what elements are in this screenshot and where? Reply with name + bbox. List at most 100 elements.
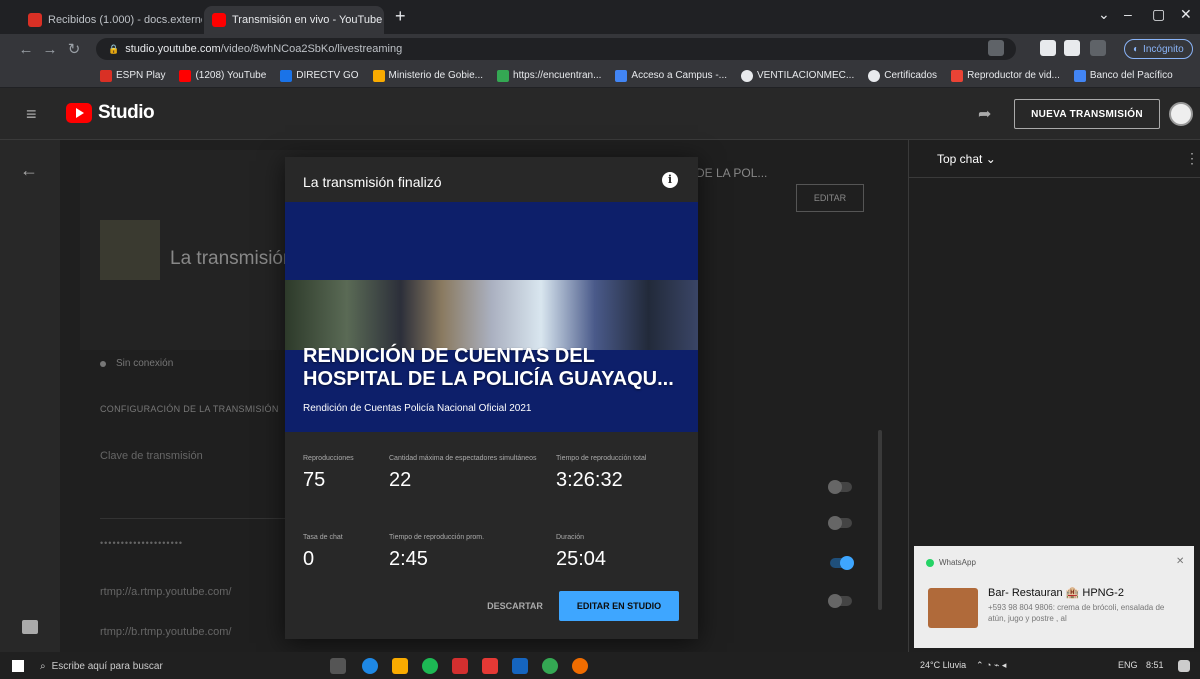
studio-logo[interactable]: Studio	[66, 102, 155, 124]
status-dot-icon	[100, 360, 106, 367]
minimize-icon[interactable]: ⌄	[1098, 6, 1110, 23]
bookmark-item[interactable]: Certificados	[868, 69, 938, 82]
clock[interactable]: 8:51	[1146, 660, 1164, 670]
stat-value: 0	[303, 548, 315, 570]
toggle-switch[interactable]	[828, 480, 852, 494]
language-indicator[interactable]: ENG	[1118, 660, 1138, 670]
dismiss-button[interactable]: DESCARTAR	[481, 591, 549, 621]
file-explorer-icon[interactable]	[392, 658, 408, 674]
toggle-switch[interactable]	[830, 556, 854, 570]
chrome-icon[interactable]	[542, 658, 558, 674]
edit-in-studio-button[interactable]: EDITAR EN STUDIO	[559, 591, 679, 621]
extension-icon[interactable]	[988, 40, 1004, 56]
word-icon[interactable]	[512, 658, 528, 674]
bookmark-item[interactable]: Banco del Pacífico	[1073, 69, 1173, 82]
bookmark-item[interactable]: ESPN Play	[100, 69, 166, 82]
bookmark-icon	[280, 69, 293, 82]
share-icon[interactable]: ➦	[978, 104, 991, 124]
youtube-logo-icon	[66, 103, 92, 123]
url-path: /video/8whNCoa2SbKo/livestreaming	[220, 43, 403, 55]
stream-key-field[interactable]: ••••••••••••••••••••	[100, 538, 183, 548]
new-stream-button[interactable]: NUEVA TRANSMISIÓN	[1014, 99, 1160, 129]
stat-views: Reproducciones 75	[303, 454, 379, 492]
stat-value: 25:04	[556, 548, 607, 570]
bookmark-item[interactable]: Reproductor de vid...	[951, 69, 1060, 82]
bookmark-item[interactable]: DIRECTV GO	[280, 69, 359, 82]
bookmark-icon	[615, 69, 628, 82]
top-chat-dropdown[interactable]: Top chat ⌄	[937, 152, 996, 166]
bookmark-item[interactable]: https://encuentran...	[497, 69, 602, 82]
bookmark-label: Acceso a Campus -...	[631, 70, 727, 81]
preview-thumbnail	[100, 220, 160, 280]
task-view-icon[interactable]	[330, 658, 346, 674]
bookmark-label: ESPN Play	[116, 70, 166, 81]
incognito-label: Incógnito	[1143, 43, 1184, 55]
scrollbar[interactable]	[878, 430, 882, 610]
taskbar-search[interactable]: ⌕ Escribe aquí para buscar	[40, 657, 306, 675]
stat-chat-rate: Tasa de chat 0	[303, 533, 379, 571]
tab-youtube-studio[interactable]: Transmisión en vivo - YouTube S ✕	[204, 6, 384, 34]
incognito-badge[interactable]: ◐ Incógnito	[1124, 39, 1193, 59]
url-host: studio.youtube.com	[125, 43, 221, 55]
reload-icon[interactable]: ↻	[62, 40, 86, 58]
app-icon[interactable]	[482, 658, 498, 674]
bookmark-icon	[497, 69, 510, 82]
maximize-window-button[interactable]: ▢	[1152, 6, 1165, 23]
new-tab-button[interactable]: +	[395, 6, 406, 27]
info-icon[interactable]: i	[662, 172, 678, 188]
bookmark-item[interactable]: VENTILACIONMEC...	[741, 69, 854, 82]
dialog-title: La transmisión finalizó	[303, 174, 442, 190]
spotify-icon[interactable]	[422, 658, 438, 674]
weather-status[interactable]: 24°C Lluvia	[920, 660, 966, 670]
rtmp-url-1[interactable]: rtmp://a.rtmp.youtube.com/	[100, 586, 231, 598]
toggle-switch[interactable]	[828, 594, 852, 608]
config-tab[interactable]: CONFIGURACIÓN DE LA TRANSMISIÓN	[100, 404, 279, 414]
notification-title: Bar- Restauran 🏨 HPNG-2	[988, 587, 1124, 599]
bookmark-item[interactable]: Ministerio de Gobie...	[372, 69, 484, 82]
sidebar-icon[interactable]	[1090, 40, 1106, 56]
app-icon[interactable]	[452, 658, 468, 674]
close-window-button[interactable]: ✕	[1180, 6, 1192, 23]
bookmark-item[interactable]: Acceso a Campus -...	[615, 69, 727, 82]
back-icon[interactable]: ←	[14, 41, 38, 58]
edit-button[interactable]: EDITAR	[796, 184, 864, 212]
back-arrow-icon[interactable]: ←	[20, 160, 38, 181]
windows-start-icon[interactable]	[12, 660, 24, 672]
bookmark-label: (1208) YouTube	[195, 70, 267, 81]
bookmark-label: Ministerio de Gobie...	[388, 70, 484, 81]
close-icon[interactable]: ✕	[1176, 556, 1184, 567]
whatsapp-notification[interactable]: WhatsApp ✕ Bar- Restauran 🏨 HPNG-2 +593 …	[914, 546, 1194, 648]
whatsapp-icon	[926, 558, 934, 567]
address-bar-row: ← → ↻ 🔒 studio.youtube.com/video/8whNCoa…	[0, 34, 1200, 64]
bookmark-label: https://encuentran...	[513, 70, 602, 81]
feedback-icon[interactable]	[22, 620, 38, 634]
toggle-switch[interactable]	[828, 516, 852, 530]
app-icon[interactable]	[572, 658, 588, 674]
edge-icon[interactable]	[362, 658, 378, 674]
logo-text: Studio	[98, 102, 155, 123]
studio-header: ≡ Studio ➦ NUEVA TRANSMISIÓN	[0, 88, 1200, 140]
chat-header: Top chat ⌄ ⋮	[909, 140, 1200, 178]
more-options-icon[interactable]: ⋮	[1185, 150, 1199, 167]
notifications-icon[interactable]	[1178, 660, 1190, 672]
bookmarks-bar: ESPN Play (1208) YouTube DIRECTV GO Mini…	[0, 64, 1200, 88]
video-title: DE LA POL...	[696, 166, 768, 180]
stream-banner: RENDICIÓN DE CUENTAS DEL HOSPITAL DE LA …	[285, 202, 698, 432]
bookmark-label: Certificados	[884, 70, 938, 81]
stat-value: 2:45	[389, 548, 428, 570]
menu-icon[interactable]: ≡	[26, 104, 37, 125]
bookmark-item[interactable]: (1208) YouTube	[179, 69, 267, 82]
connection-status: Sin conexión	[100, 358, 173, 369]
search-placeholder: Escribe aquí para buscar	[51, 660, 163, 672]
url-input[interactable]: 🔒 studio.youtube.com/video/8whNCoa2SbKo/…	[96, 38, 1016, 60]
divider	[100, 518, 300, 519]
tray-icons[interactable]: ⌃ ◔ ⌁ ◂	[976, 660, 1006, 671]
puzzle-icon[interactable]	[1064, 40, 1080, 56]
extension-icon[interactable]	[1040, 40, 1056, 56]
tab-inbox[interactable]: Recibidos (1.000) - docs.externo ✕	[20, 6, 202, 34]
minimize-window-button[interactable]: –	[1124, 6, 1132, 22]
rtmp-url-2[interactable]: rtmp://b.rtmp.youtube.com/	[100, 626, 231, 638]
avatar[interactable]	[1169, 102, 1193, 126]
forward-icon[interactable]: →	[38, 41, 62, 58]
status-text: Sin conexión	[116, 358, 174, 369]
